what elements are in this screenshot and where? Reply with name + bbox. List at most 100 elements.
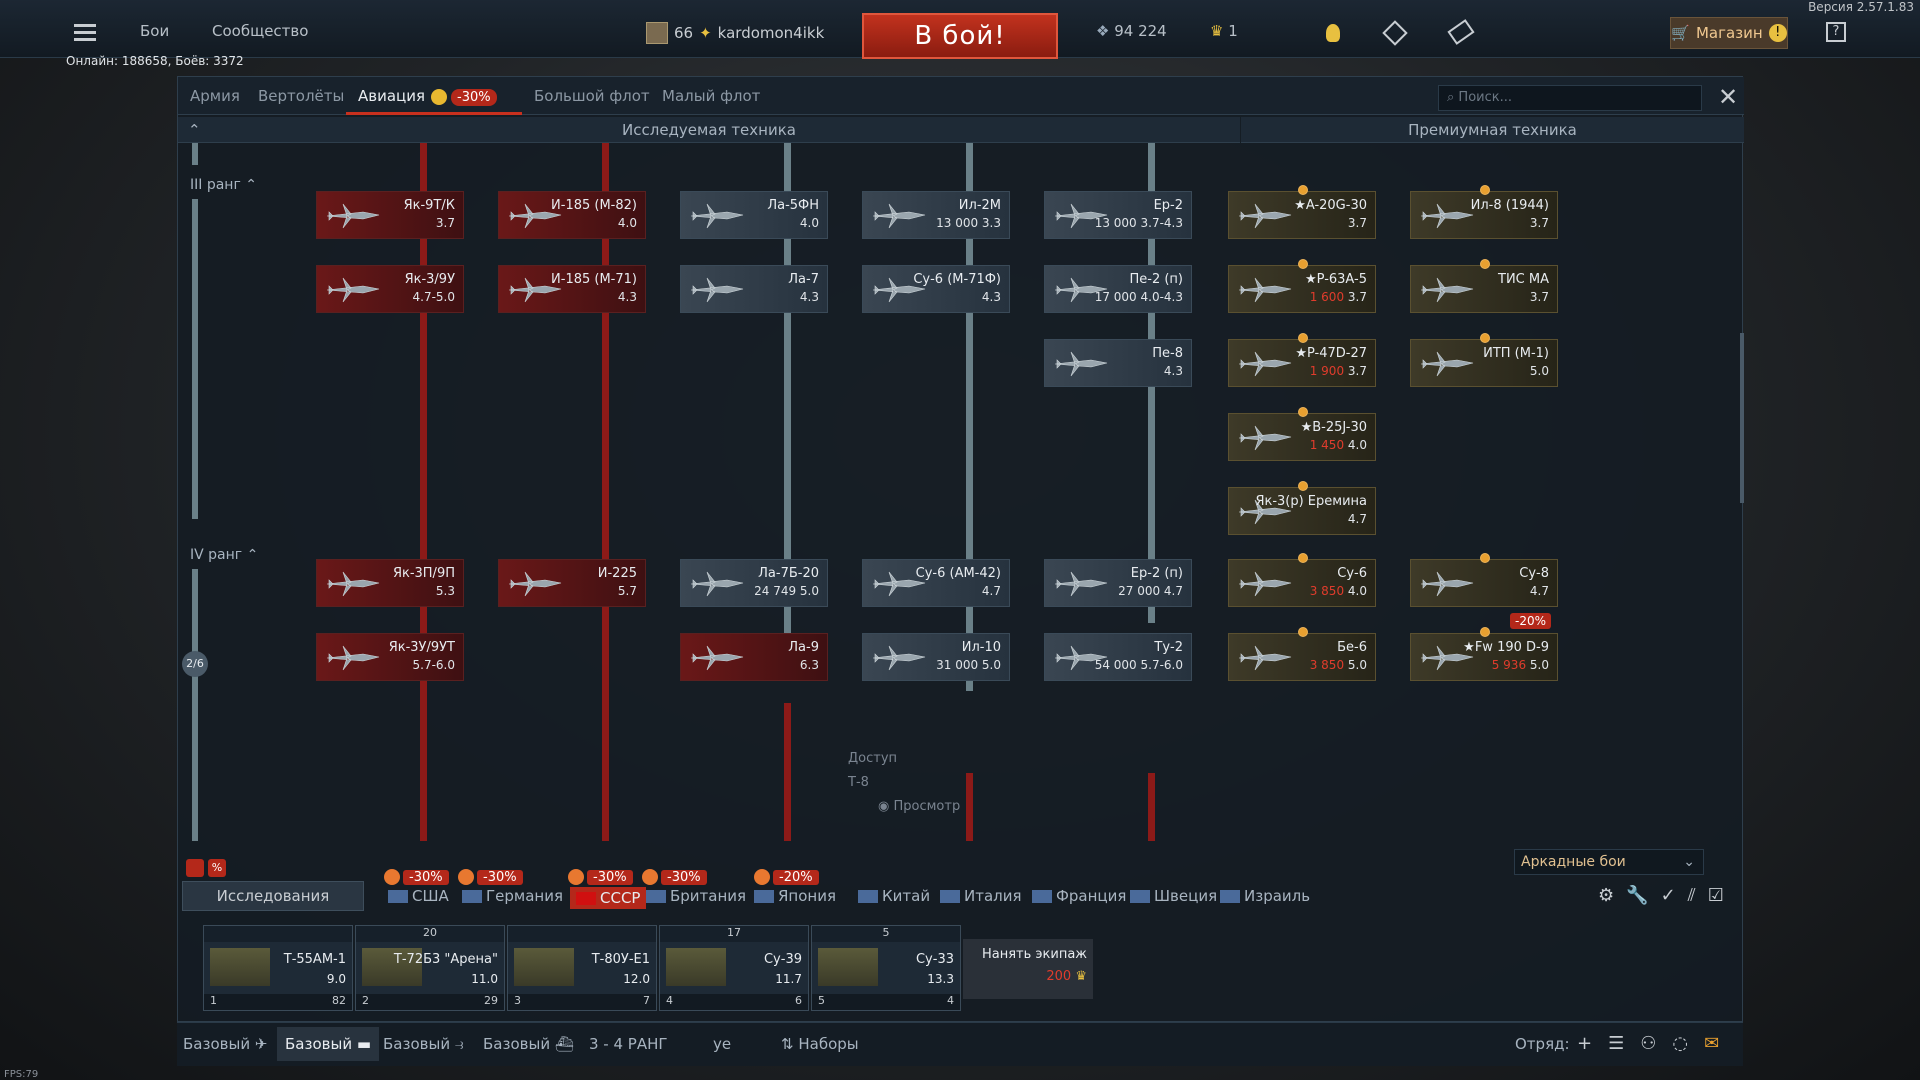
premium-vehicle-card[interactable]: Як-3(р) Еремина 4.7 [1228, 487, 1376, 535]
friends-icon[interactable]: ⚇ [1640, 1033, 1656, 1054]
vehicle-card[interactable]: Ил-2М 13 000 3.3 [862, 191, 1010, 239]
menu-icon[interactable] [74, 24, 96, 42]
vehicle-card[interactable]: Як-3/9У 4.7-5.0 [316, 265, 464, 313]
mail-icon[interactable]: ✉ [1704, 1033, 1719, 1054]
premium-vehicle-card[interactable]: Бе-6 3 850 5.0 [1228, 633, 1376, 681]
preset-helicopter[interactable]: Базовый ⥽ [383, 1035, 463, 1053]
vehicle-card[interactable]: Ил-10 31 000 5.0 [862, 633, 1010, 681]
premium-vehicle-card[interactable]: ★P-63A-5 1 600 3.7 [1228, 265, 1376, 313]
scrollbar[interactable] [1740, 333, 1744, 503]
crew-slot[interactable]: 5 Су-33 13.3 5 4 [811, 925, 961, 1011]
premium-vehicle-card[interactable]: Су-8 4.7 [1410, 559, 1558, 607]
lightbulb-icon[interactable] [1326, 24, 1340, 42]
nation-tab[interactable]: Швеция [1130, 887, 1217, 905]
rank-3-label[interactable]: III ранг ⌃ [190, 177, 257, 193]
vehicle-card[interactable]: Ла-7Б-20 24 749 5.0 [680, 559, 828, 607]
premium-vehicle-card[interactable]: Ил-8 (1944) 3.7 [1410, 191, 1558, 239]
rank-4-label[interactable]: IV ранг ⌃ [190, 547, 258, 563]
helicopter-icon: ⥽ [454, 1035, 464, 1053]
vehicle-card[interactable]: Ту-2 54 000 5.7-6.0 [1044, 633, 1192, 681]
vehicle-meta: 4.0 [799, 216, 819, 230]
gold-balance[interactable]: ♛ 1 [1210, 22, 1238, 40]
crew-slot[interactable]: 17 Су-39 11.7 4 6 [659, 925, 809, 1011]
shop-button[interactable]: 🛒 Магазин! [1670, 17, 1788, 49]
plane-icon [1235, 568, 1295, 600]
premium-marker-icon [1480, 553, 1490, 563]
vehicle-name: Су-6 (АМ-42) [915, 566, 1001, 581]
premium-vehicle-card[interactable]: Су-6 3 850 4.0 [1228, 559, 1376, 607]
vehicle-card[interactable]: И-185 (М-82) 4.0 [498, 191, 646, 239]
nation-tab[interactable]: СССР [570, 887, 647, 909]
vehicle-card[interactable]: И-185 (М-71) 4.3 [498, 265, 646, 313]
help-icon[interactable]: ? [1826, 22, 1846, 42]
premium-vehicle-card[interactable]: ★Fw 190 D-9 5 936 5.0 [1410, 633, 1558, 681]
tab-bigfleet[interactable]: Большой флот [534, 87, 650, 105]
vehicle-card[interactable]: Як-9Т/К 3.7 [316, 191, 464, 239]
premium-vehicle-card[interactable]: ТИС МА 3.7 [1410, 265, 1558, 313]
premium-vehicle-card[interactable]: ★B-25J-30 1 450 4.0 [1228, 413, 1376, 461]
vehicle-card[interactable]: Ла-5ФН 4.0 [680, 191, 828, 239]
vehicle-card[interactable]: Су-6 (АМ-42) 4.7 [862, 559, 1010, 607]
nation-tab[interactable]: США [388, 887, 449, 905]
preset-ground[interactable]: Базовый ▬ [277, 1027, 380, 1061]
premium-vehicle-card[interactable]: ★P-47D-27 1 900 3.7 [1228, 339, 1376, 387]
nation-tab[interactable]: Китай [858, 887, 930, 905]
vehicle-card[interactable]: Су-6 (М-71Ф) 4.3 [862, 265, 1010, 313]
nation-tab[interactable]: Япония [754, 887, 836, 905]
vehicle-card[interactable]: Ла-9 6.3 [680, 633, 828, 681]
gold-amount: 1 [1228, 22, 1238, 40]
vehicle-meta: 3 850 4.0 [1309, 584, 1367, 598]
player-info[interactable]: 66 ✦ kardomon4ikk [646, 22, 824, 44]
nav-community[interactable]: Сообщество [212, 22, 308, 40]
double-check-icon[interactable]: ⫽ [1688, 885, 1696, 906]
list-icon[interactable]: ☰ [1608, 1033, 1624, 1054]
crew-slot[interactable]: Т-80У-Е1 12.0 3 7 [507, 925, 657, 1011]
tab-army[interactable]: Армия [190, 87, 240, 105]
check-icon[interactable]: ✓ [1661, 885, 1676, 906]
wrench-icon[interactable]: 🔧 [1626, 885, 1648, 906]
vehicle-card[interactable]: Як-3П/9П 5.3 [316, 559, 464, 607]
game-mode-select[interactable]: Аркадные бои ⌄ [1514, 849, 1704, 875]
vehicle-card[interactable]: Пе-2 (п) 17 000 4.0-4.3 [1044, 265, 1192, 313]
vehicle-meta: 3 850 5.0 [1309, 658, 1367, 672]
tab-helicopters[interactable]: Вертолёты [258, 87, 344, 105]
battle-button[interactable]: В бой! [862, 13, 1058, 59]
vehicle-card[interactable]: Ла-7 4.3 [680, 265, 828, 313]
rank-filter[interactable]: 3 - 4 РАНГ [589, 1035, 668, 1053]
gear-icon[interactable]: ⚙ [1598, 885, 1614, 906]
vehicle-card[interactable]: Ер-2 13 000 3.7-4.3 [1044, 191, 1192, 239]
diamond-icon[interactable] [1382, 20, 1408, 46]
nation-tab[interactable]: Израиль [1220, 887, 1310, 905]
preset-aviation[interactable]: Базовый ✈ [183, 1035, 267, 1053]
collapse-icon[interactable]: ⌃ [188, 121, 201, 139]
nation-tab[interactable]: Италия [940, 887, 1022, 905]
vehicle-card[interactable]: Як-3У/9УТ 5.7-6.0 [316, 633, 464, 681]
nav-battles[interactable]: Бои [140, 22, 169, 40]
tab-aviation[interactable]: Авиация -30% [358, 87, 497, 106]
plus-icon[interactable]: + [1577, 1033, 1592, 1054]
nation-tab[interactable]: Британия [646, 887, 746, 905]
preset-naval[interactable]: Базовый ⛴ [483, 1035, 574, 1053]
tab-smallfleet[interactable]: Малый флот [662, 87, 760, 105]
vehicle-meta: 13 000 3.3 [936, 216, 1001, 230]
vehicle-card[interactable]: И-225 5.7 [498, 559, 646, 607]
slot-footer: 37 [508, 994, 656, 1010]
vehicle-meta: 13 000 3.7-4.3 [1094, 216, 1183, 230]
chat-icon[interactable]: ◌ [1672, 1033, 1688, 1054]
crew-slot[interactable]: Т-55АМ-1 9.0 1 82 [203, 925, 353, 1011]
research-button[interactable]: Исследования [182, 881, 364, 911]
premium-vehicle-card[interactable]: ИТП (М-1) 5.0 [1410, 339, 1558, 387]
ticket-icon[interactable] [1447, 19, 1475, 45]
nation-tab[interactable]: Германия [462, 887, 563, 905]
hire-crew-button[interactable]: Нанять экипаж 200 ♛ [963, 939, 1093, 999]
silver-balance[interactable]: ❖ 94 224 [1096, 22, 1167, 40]
search-input[interactable]: ⌕ Поиск... [1438, 85, 1702, 111]
close-icon[interactable]: ✕ [1718, 83, 1738, 111]
vehicle-card[interactable]: Пе-8 4.3 [1044, 339, 1192, 387]
nation-tab[interactable]: Франция [1032, 887, 1126, 905]
checkbox-icon[interactable]: ☑ [1708, 885, 1724, 906]
crew-slot[interactable]: 20 Т-72Б3 "Арена" 11.0 2 29 [355, 925, 505, 1011]
vehicle-card[interactable]: Ер-2 (п) 27 000 4.7 [1044, 559, 1192, 607]
premium-vehicle-card[interactable]: ★A-20G-30 3.7 [1228, 191, 1376, 239]
sets-button[interactable]: ⇅ Наборы [781, 1035, 859, 1053]
